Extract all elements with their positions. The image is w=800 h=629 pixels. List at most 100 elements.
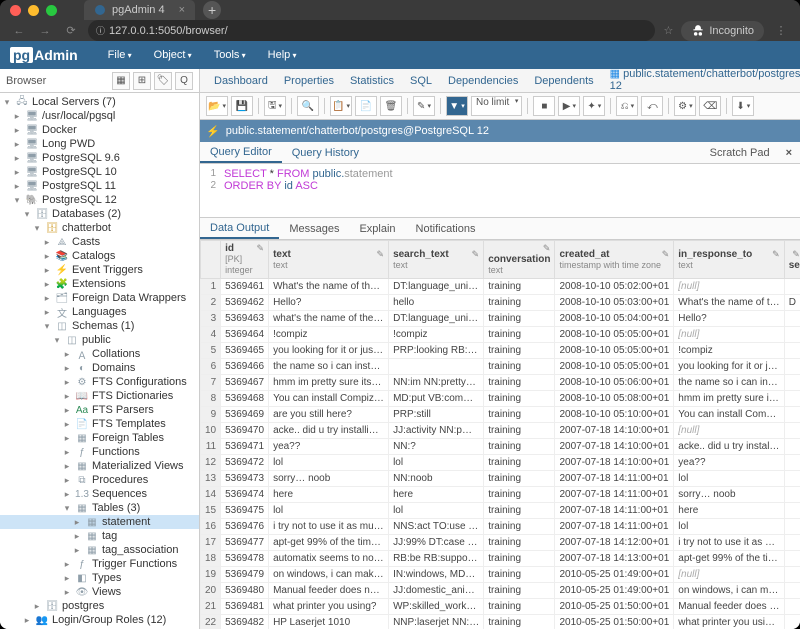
table-cell[interactable]: 2008-10-10 05:10:00+01 <box>555 407 674 423</box>
table-cell[interactable]: lol <box>674 471 784 487</box>
table-cell[interactable]: 21 <box>201 599 221 615</box>
expand-icon[interactable]: ▸ <box>42 251 52 262</box>
table-cell[interactable]: 7 <box>201 375 221 391</box>
tree-item[interactable]: ▾▦Tables (3) <box>0 501 199 515</box>
table-cell[interactable] <box>784 407 800 423</box>
table-cell[interactable]: 5369462 <box>221 295 269 311</box>
tab-statistics[interactable]: Statistics <box>342 71 402 91</box>
table-cell[interactable]: [null] <box>674 327 784 343</box>
table-cell[interactable]: training <box>484 279 555 295</box>
tree-item[interactable]: ▸👥Login/Group Roles (12) <box>0 613 199 627</box>
table-row[interactable]: 25369462Hello?hellotraining2008-10-10 05… <box>201 295 800 311</box>
expand-icon[interactable]: ▸ <box>72 545 82 556</box>
table-cell[interactable]: You can install Compiz by using the … <box>269 391 389 407</box>
table-cell[interactable]: 2008-10-10 05:02:00+01 <box>555 279 674 295</box>
table-cell[interactable]: D <box>784 295 800 311</box>
table-cell[interactable]: training <box>484 615 555 629</box>
expand-icon[interactable]: ▸ <box>62 363 72 374</box>
column-header[interactable]: ✎in_response_totext <box>674 241 784 279</box>
table-cell[interactable]: 6 <box>201 359 221 375</box>
table-cell[interactable]: 5369463 <box>221 311 269 327</box>
close-scratch-button[interactable]: × <box>778 147 800 159</box>
table-cell[interactable]: [null] <box>674 423 784 439</box>
expand-icon[interactable]: ▸ <box>72 517 82 528</box>
rollback-button[interactable]: ⤺ <box>641 96 663 116</box>
expand-icon[interactable]: ▸ <box>62 587 72 598</box>
tree-item[interactable]: ▸1.3Sequences <box>0 487 199 501</box>
expand-icon[interactable]: ▸ <box>62 559 72 570</box>
table-cell[interactable]: here <box>269 487 389 503</box>
table-cell[interactable]: 2007-07-18 14:12:00+01 <box>555 535 674 551</box>
table-cell[interactable]: !compiz <box>269 327 389 343</box>
expand-icon[interactable]: ▸ <box>42 307 52 318</box>
expand-icon[interactable]: ▸ <box>62 433 72 444</box>
table-row[interactable]: 175369477apt-get 99% of the time works t… <box>201 535 800 551</box>
expand-icon[interactable]: ▸ <box>12 153 22 164</box>
table-cell[interactable]: hmm im pretty sure i… <box>674 391 784 407</box>
tree-item[interactable]: ▸🗄postgres <box>0 599 199 613</box>
table-cell[interactable]: 10 <box>201 423 221 439</box>
table-cell[interactable]: 5369481 <box>221 599 269 615</box>
table-cell[interactable]: training <box>484 423 555 439</box>
table-cell[interactable]: 9 <box>201 407 221 423</box>
forward-button[interactable]: → <box>36 22 54 40</box>
table-cell[interactable]: 2010-05-25 01:49:00+01 <box>555 583 674 599</box>
expand-icon[interactable]: ▸ <box>62 461 72 472</box>
table-cell[interactable]: 5369477 <box>221 535 269 551</box>
expand-icon[interactable]: ▸ <box>62 391 72 402</box>
column-header[interactable]: ✎created_attimestamp with time zone <box>555 241 674 279</box>
table-cell[interactable]: training <box>484 551 555 567</box>
table-cell[interactable]: on windows, i can m… <box>674 583 784 599</box>
tree-item[interactable]: ▾◫Schemas (1) <box>0 319 199 333</box>
tree-item[interactable]: ▾🗄chatterbot <box>0 221 199 235</box>
expand-icon[interactable]: ▾ <box>52 335 62 346</box>
tree-item[interactable]: ▸文Languages <box>0 305 199 319</box>
table-cell[interactable] <box>784 279 800 295</box>
table-cell[interactable]: apt-get 99% of the time works though <box>269 535 389 551</box>
table-cell[interactable]: Hello? <box>674 311 784 327</box>
table-cell[interactable] <box>784 535 800 551</box>
table-cell[interactable]: 2007-07-18 14:10:00+01 <box>555 423 674 439</box>
expand-icon[interactable]: ▸ <box>62 447 72 458</box>
table-cell[interactable]: training <box>484 487 555 503</box>
data-grid[interactable]: ✎id[PK] integer✎texttext✎search_texttext… <box>200 240 800 629</box>
table-cell[interactable]: training <box>484 535 555 551</box>
sql-editor[interactable]: 1SELECT * FROM public.statement 2ORDER B… <box>200 164 800 218</box>
table-cell[interactable]: lol <box>389 455 484 471</box>
table-cell[interactable]: 5369467 <box>221 375 269 391</box>
expand-icon[interactable]: ▸ <box>42 237 52 248</box>
table-row[interactable]: 65369466the name so i can install ittrai… <box>201 359 800 375</box>
table-cell[interactable]: training <box>484 407 555 423</box>
paste-button[interactable]: 📄 <box>355 96 377 116</box>
table-row[interactable]: 155369475lolloltraining2007-07-18 14:11:… <box>201 503 800 519</box>
table-cell[interactable]: training <box>484 375 555 391</box>
table-cell[interactable]: 15 <box>201 503 221 519</box>
table-row[interactable]: 225369482HP Laserjet 1010NNP:laserjet NN… <box>201 615 800 629</box>
table-cell[interactable]: NNP:laserjet NN:… <box>389 615 484 629</box>
table-cell[interactable]: what printer you usi… <box>674 615 784 629</box>
table-cell[interactable]: training <box>484 599 555 615</box>
table-cell[interactable]: 2008-10-10 05:05:00+01 <box>555 327 674 343</box>
tree-item[interactable]: ▸📖FTS Dictionaries <box>0 389 199 403</box>
pgadmin-logo[interactable]: pgAdmin <box>10 47 78 63</box>
tree-item[interactable]: ▾🖧Local Servers (7) <box>0 95 199 109</box>
table-cell[interactable]: You can install Com… <box>674 407 784 423</box>
table-cell[interactable]: are you still here? <box>269 407 389 423</box>
tree-item[interactable]: ▸⧉Procedures <box>0 473 199 487</box>
table-cell[interactable]: What's the name of that package fo… <box>269 279 389 295</box>
table-cell[interactable]: Hello? <box>269 295 389 311</box>
table-cell[interactable]: 5 <box>201 343 221 359</box>
table-cell[interactable]: 5369469 <box>221 407 269 423</box>
table-row[interactable]: 55369465you looking for it or just want … <box>201 343 800 359</box>
table-row[interactable]: 125369472lolloltraining2007-07-18 14:10:… <box>201 455 800 471</box>
expand-icon[interactable]: ▾ <box>42 321 52 332</box>
tab-properties[interactable]: Properties <box>276 71 342 91</box>
expand-icon[interactable]: ▸ <box>32 601 42 612</box>
table-row[interactable]: 45369464!compiz!compiztraining2008-10-10… <box>201 327 800 343</box>
tree-item[interactable]: ▾🗄Databases (2) <box>0 207 199 221</box>
close-tab-icon[interactable]: × <box>179 4 185 16</box>
edit-column-icon[interactable]: ✎ <box>377 249 385 260</box>
tree-item[interactable]: ▸▦Foreign Tables <box>0 431 199 445</box>
table-cell[interactable]: What's the name of t… <box>674 295 784 311</box>
table-row[interactable]: 185369478automatix seems to not support … <box>201 551 800 567</box>
